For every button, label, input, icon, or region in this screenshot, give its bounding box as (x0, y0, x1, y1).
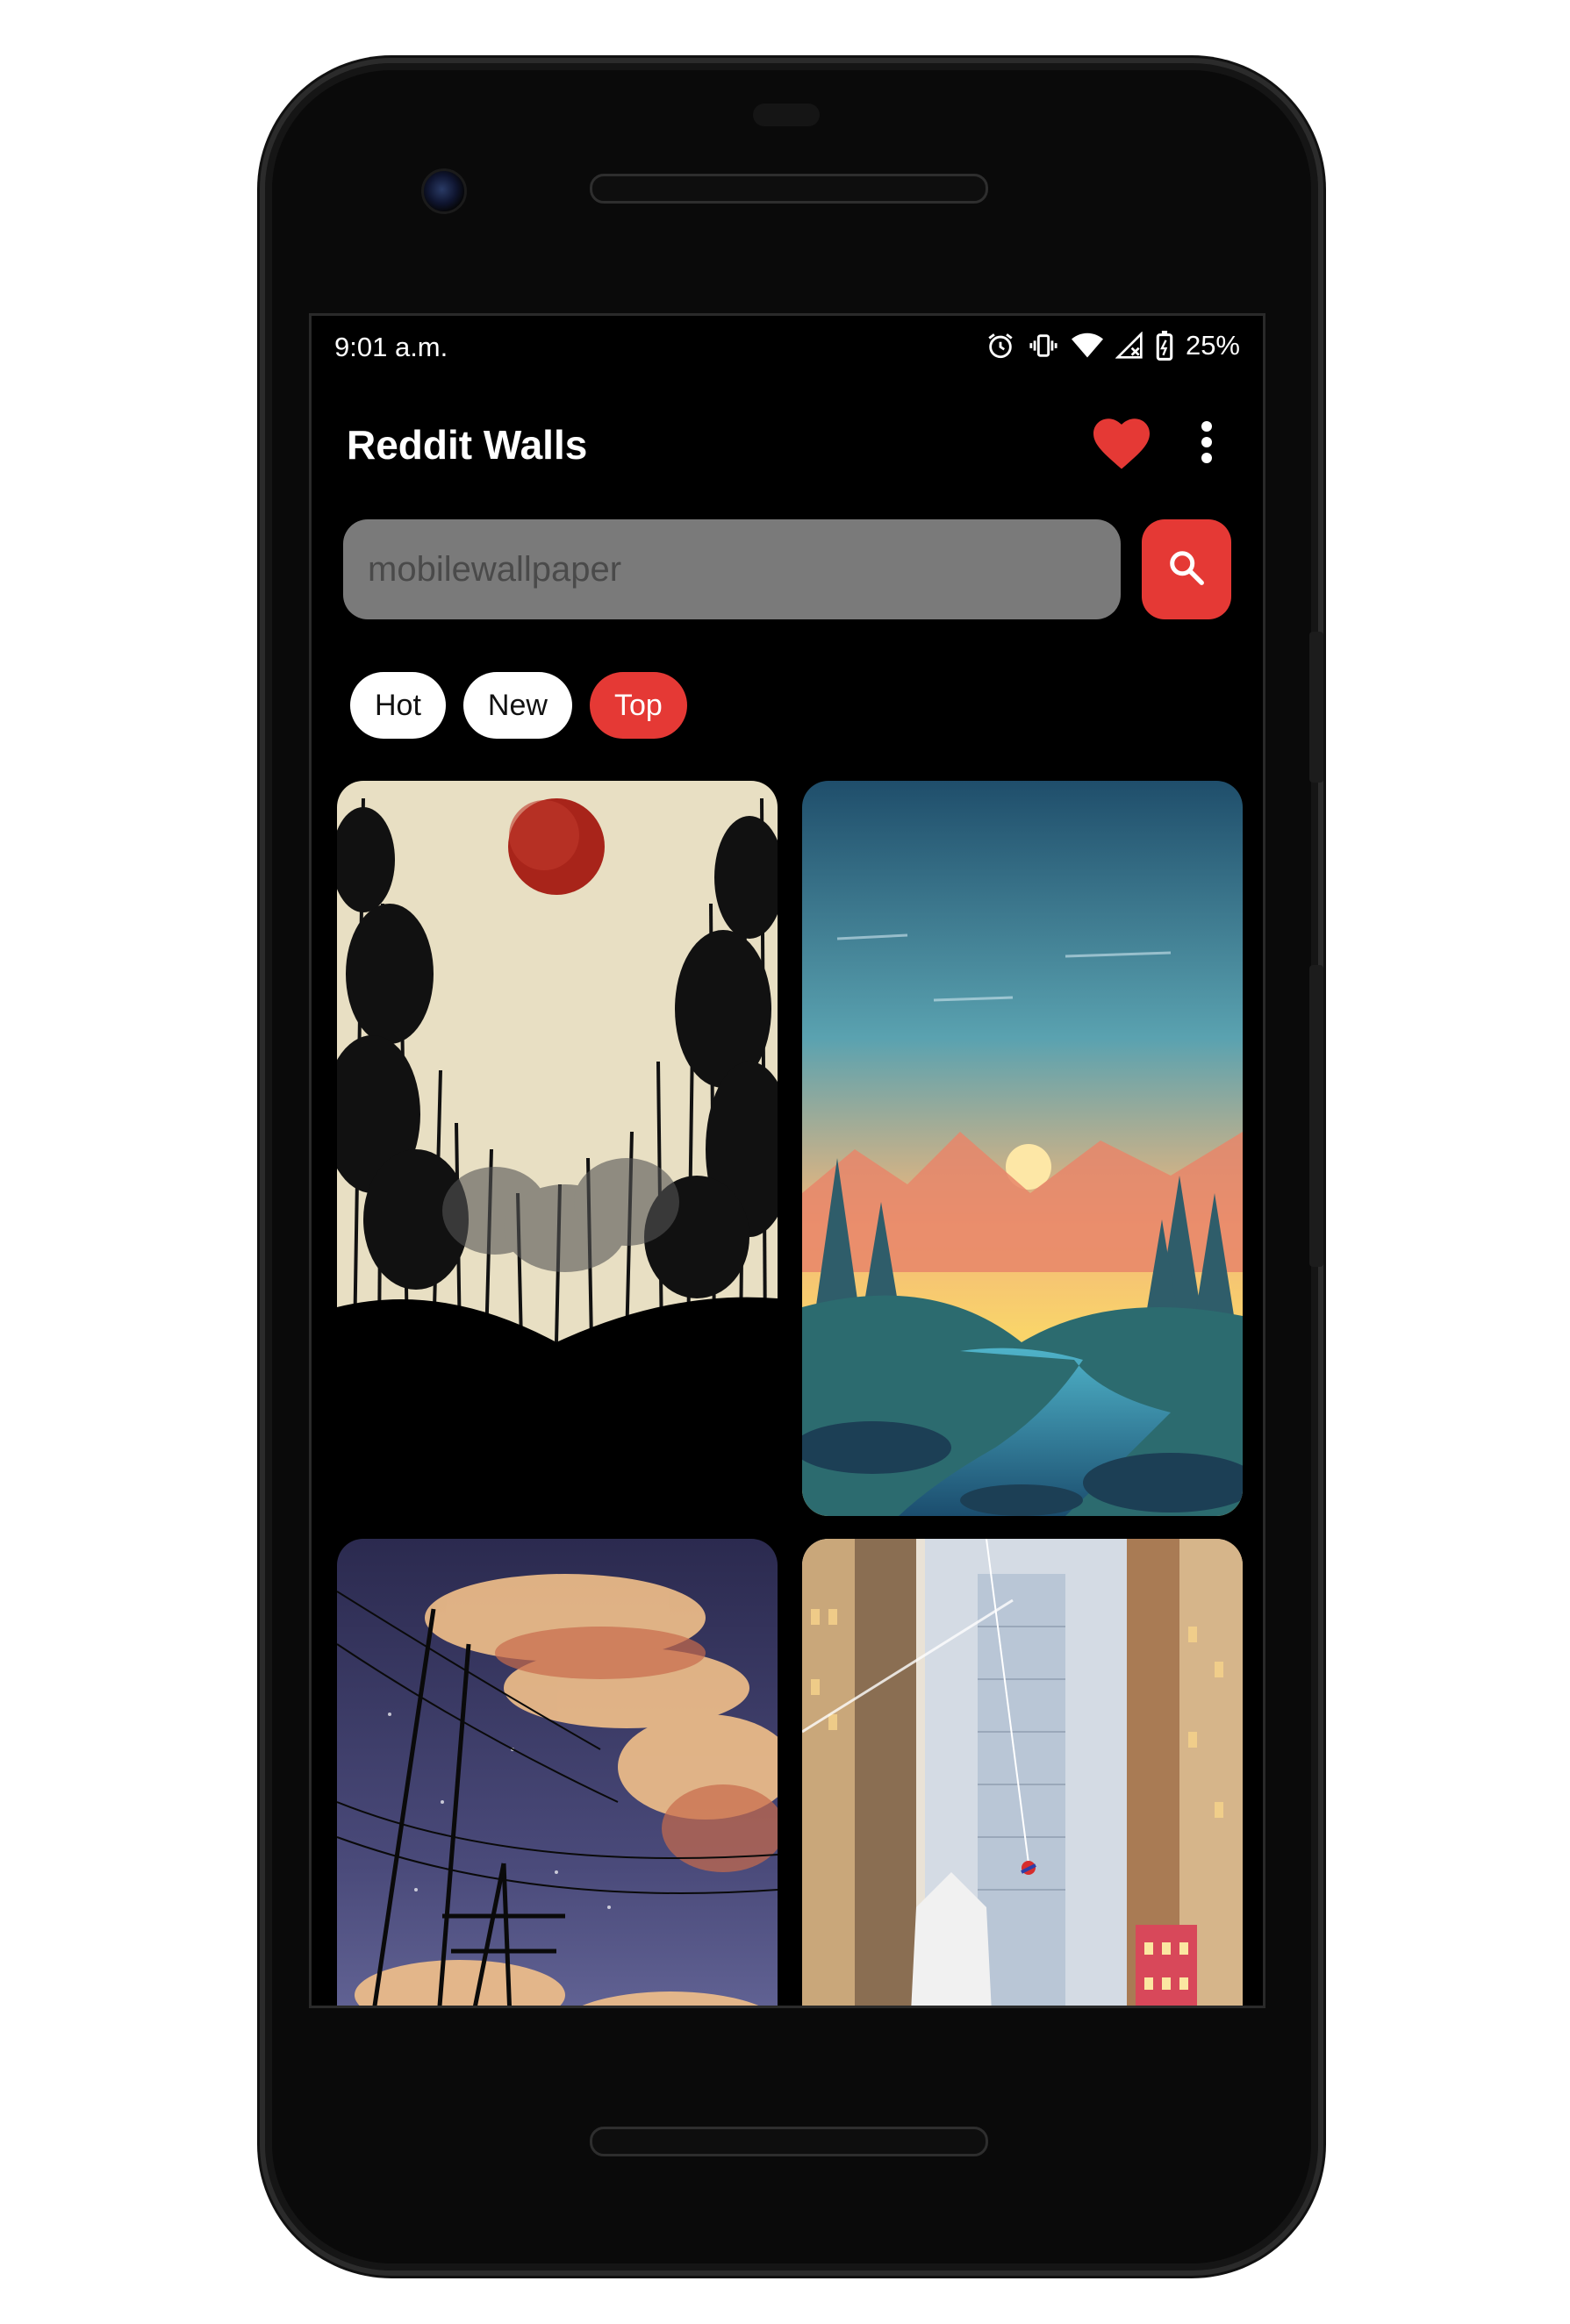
top-speaker (590, 174, 988, 204)
wallpaper-image (337, 1539, 778, 2006)
tab-new[interactable]: New (462, 672, 572, 739)
more-vert-icon (1189, 421, 1224, 472)
front-camera-icon (421, 168, 467, 214)
wallpaper-image (337, 781, 778, 1516)
status-time: 9:01 a.m. (334, 332, 448, 362)
favorites-button[interactable] (1091, 414, 1152, 476)
heart-icon (1091, 418, 1152, 474)
search-input[interactable]: mobilewallpaper (343, 519, 1121, 619)
search-row: mobilewallpaper (343, 519, 1231, 619)
wallpaper-card-city[interactable] (802, 1539, 1243, 2006)
wallpaper-card-forest[interactable] (802, 781, 1243, 1516)
tab-top[interactable]: Top (589, 672, 687, 739)
app-bar: Reddit Walls (312, 397, 1263, 493)
wallpaper-card-bamboo[interactable] (337, 781, 778, 1516)
earpiece (753, 104, 820, 126)
overflow-menu-button[interactable] (1189, 416, 1224, 477)
search-button[interactable] (1142, 519, 1231, 619)
wifi-icon (1071, 332, 1103, 360)
status-bar: 9:01 a.m. 25% (312, 316, 1263, 377)
app-screen: 9:01 a.m. 25% Reddit Walls mobilewallpap… (309, 313, 1265, 2008)
bottom-speaker (590, 2127, 988, 2156)
vibrate-icon (1028, 331, 1059, 361)
power-button[interactable] (1309, 632, 1323, 783)
alarm-icon (986, 331, 1015, 361)
battery-icon (1156, 331, 1173, 361)
sort-tabs: Hot New Top (350, 672, 687, 739)
signal-icon (1115, 332, 1143, 360)
wallpaper-image (802, 781, 1243, 1516)
status-icons: 25% (986, 330, 1240, 361)
tab-hot[interactable]: Hot (350, 672, 446, 739)
wallpaper-card-clouds[interactable] (337, 1539, 778, 2006)
battery-percent: 25% (1185, 330, 1240, 361)
search-icon (1166, 547, 1207, 592)
wallpaper-image (802, 1539, 1243, 2006)
volume-button[interactable] (1309, 965, 1323, 1267)
app-title: Reddit Walls (347, 422, 588, 468)
